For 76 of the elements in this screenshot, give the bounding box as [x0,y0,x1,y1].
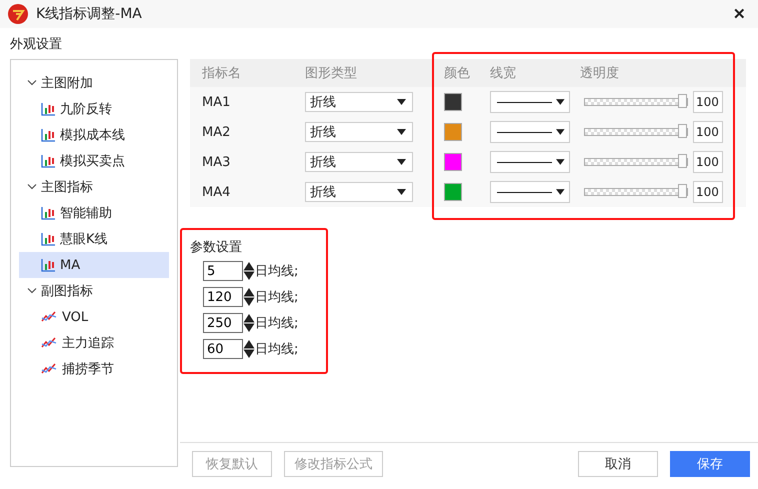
chevron-icon [27,288,37,294]
indicator-name: MA2 [202,124,230,140]
tree-item[interactable]: MA [19,252,169,278]
line-chart-icon [41,337,57,349]
line-width-dropdown[interactable] [490,121,570,143]
section-label: 外观设置 [10,36,62,52]
slider-thumb[interactable] [678,154,687,168]
close-button[interactable]: ✕ [729,5,750,23]
column-header: 颜色 [444,66,470,81]
line-width-dropdown[interactable] [490,91,570,113]
color-swatch[interactable] [444,153,462,171]
opacity-field[interactable]: 100 [693,91,723,113]
tree-item[interactable]: 模拟买卖点 [19,148,169,174]
line-width-dropdown[interactable] [490,181,570,203]
chevron-icon [27,80,37,86]
window-title: K线指标调整-MA [36,5,143,23]
line-chart-icon [41,311,57,323]
tree-group[interactable]: 主图附加 [11,70,177,96]
tree-item[interactable]: 九阶反转 [19,96,169,122]
tree-item[interactable]: VOL [19,304,169,330]
period-label: 日均线; [255,315,298,332]
line-chart-icon [41,363,57,375]
slider-thumb[interactable] [678,94,687,108]
chart-type-dropdown[interactable]: 折线 [305,152,413,172]
period-label: 日均线; [255,263,298,280]
slider-thumb[interactable] [678,184,687,198]
candlestick-icon [41,206,55,220]
caret-icon [556,189,565,195]
opacity-field[interactable]: 100 [693,181,723,203]
color-swatch[interactable] [444,123,462,141]
caret-icon [397,189,406,195]
column-header: 透明度 [580,66,619,81]
caret-icon [397,129,406,135]
candlestick-icon [41,232,55,246]
tree-item[interactable]: 慧眼K线 [19,226,169,252]
candlestick-icon [41,128,55,142]
line-width-dropdown[interactable] [490,151,570,173]
caret-icon [397,159,406,165]
column-header: 指标名 [202,66,241,81]
column-header: 线宽 [490,66,516,81]
candlestick-icon [41,102,55,116]
color-swatch[interactable] [444,93,462,111]
period-field[interactable]: 60 [203,339,243,359]
chart-type-dropdown[interactable]: 折线 [305,92,413,112]
period-field[interactable]: 5 [203,261,243,281]
indicator-name: MA4 [202,184,230,200]
period-label: 日均线; [255,341,298,358]
chart-type-dropdown[interactable]: 折线 [305,122,413,142]
caret-icon [397,99,406,105]
tree-item[interactable]: 主力追踪 [19,330,169,356]
candlestick-icon [41,154,55,168]
app-logo-icon [8,4,28,24]
dialog-button[interactable]: 保存 [670,451,750,477]
opacity-field[interactable]: 100 [693,151,723,173]
caret-icon [556,159,565,165]
tree-item[interactable]: 捕捞季节 [19,356,169,382]
period-field[interactable]: 120 [203,287,243,307]
period-field[interactable]: 250 [203,313,243,333]
tree-item[interactable]: 模拟成本线 [19,122,169,148]
tree-group[interactable]: 主图指标 [11,174,177,200]
column-header: 图形类型 [305,66,357,81]
caret-icon [556,99,565,105]
tree-item[interactable]: 智能辅助 [19,200,169,226]
chart-type-dropdown[interactable]: 折线 [305,182,413,202]
candlestick-icon [41,258,55,272]
indicator-name: MA1 [202,94,230,110]
indicator-name: MA3 [202,154,230,170]
opacity-field[interactable]: 100 [693,121,723,143]
tree-group[interactable]: 副图指标 [11,278,177,304]
caret-icon [556,129,565,135]
slider-thumb[interactable] [678,124,687,138]
dialog-button[interactable]: 取消 [578,451,658,477]
color-swatch[interactable] [444,183,462,201]
period-label: 日均线; [255,289,298,306]
chevron-icon [27,184,37,190]
panel-title: 参数设置 [190,239,242,256]
